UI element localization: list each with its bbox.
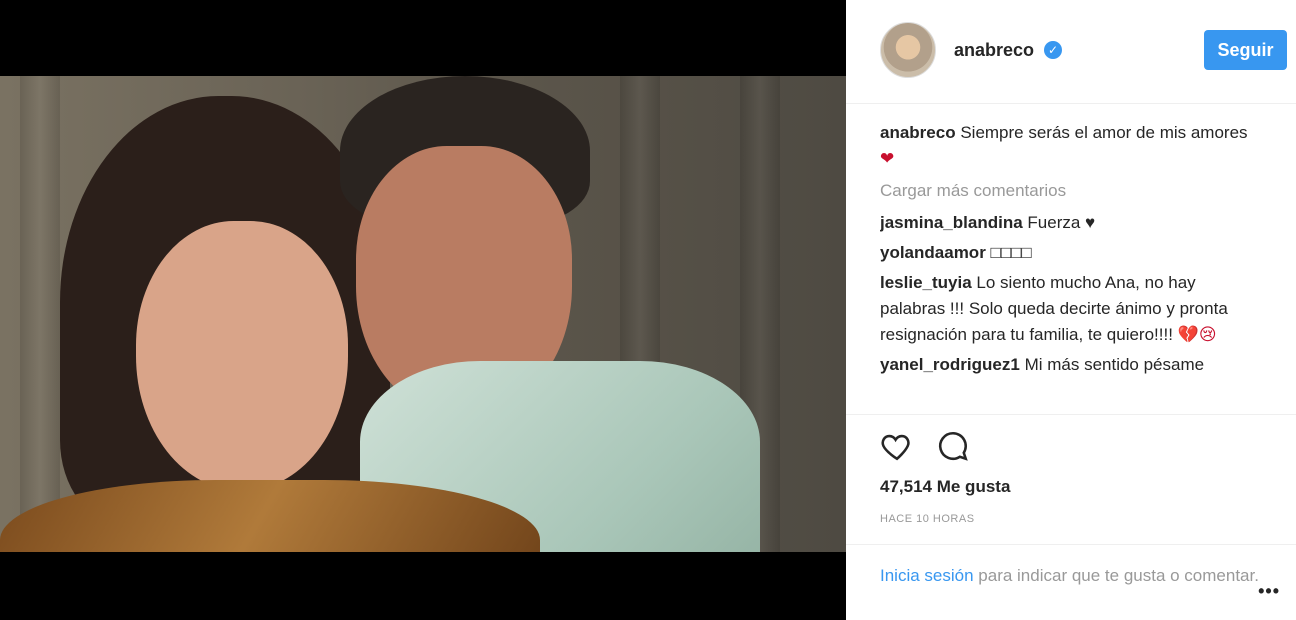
caption: anabreco Siempre serás el amor de mis am… xyxy=(880,120,1260,172)
more-options-icon[interactable]: ••• xyxy=(1258,581,1280,602)
comment-username[interactable]: leslie_tuyia xyxy=(880,273,972,292)
post-photo[interactable] xyxy=(0,76,846,552)
login-link[interactable]: Inicia sesión xyxy=(880,566,974,585)
post-header: anabreco ✓ Seguir xyxy=(846,0,1296,104)
comment-item: yolandaamor □□□□ xyxy=(880,240,1260,266)
login-prompt: Inicia sesión para indicar que te gusta … xyxy=(846,544,1296,620)
post-sidebar: anabreco ✓ Seguir anabreco Siempre serás… xyxy=(846,0,1296,620)
likes-count[interactable]: 47,514 Me gusta xyxy=(880,477,1010,497)
heart-icon[interactable] xyxy=(880,429,914,463)
post-actions: 47,514 Me gusta HACE 10 HORAS xyxy=(846,414,1296,544)
caption-username[interactable]: anabreco xyxy=(880,123,956,142)
post-username[interactable]: anabreco xyxy=(954,40,1034,61)
comment-item: leslie_tuyia Lo siento mucho Ana, no hay… xyxy=(880,270,1260,348)
heart-emoji-icon: ❤ xyxy=(880,149,895,168)
login-prompt-text: Inicia sesión para indicar que te gusta … xyxy=(880,563,1260,589)
comment-item: jasmina_blandina Fuerza ♥ xyxy=(880,210,1260,236)
comment-text: Mi más sentido pésame xyxy=(1024,355,1205,374)
post-image-panel xyxy=(0,0,846,620)
comment-username[interactable]: jasmina_blandina xyxy=(880,213,1023,232)
caption-text: Siempre serás el amor de mis amores xyxy=(960,123,1248,142)
follow-button[interactable]: Seguir xyxy=(1204,30,1287,70)
broken-heart-emoji-icon: 💔😢 xyxy=(1177,325,1217,344)
load-more-comments-link[interactable]: Cargar más comentarios xyxy=(880,178,1260,204)
verified-icon: ✓ xyxy=(1044,41,1062,59)
comment-text: Fuerza ♥ xyxy=(1027,213,1096,232)
login-prompt-rest: para indicar que te gusta o comentar. xyxy=(973,566,1259,585)
comment-username[interactable]: yolandaamor xyxy=(880,243,986,262)
comment-item: yanel_rodriguez1 Mi más sentido pésame xyxy=(880,352,1260,378)
comment-username[interactable]: yanel_rodriguez1 xyxy=(880,355,1020,374)
comments-list: anabreco Siempre serás el amor de mis am… xyxy=(880,120,1260,414)
post-timestamp[interactable]: HACE 10 HORAS xyxy=(880,513,975,525)
comment-bubble-icon[interactable] xyxy=(936,429,970,463)
avatar[interactable] xyxy=(880,22,936,78)
comment-text: □□□□ xyxy=(990,243,1032,262)
